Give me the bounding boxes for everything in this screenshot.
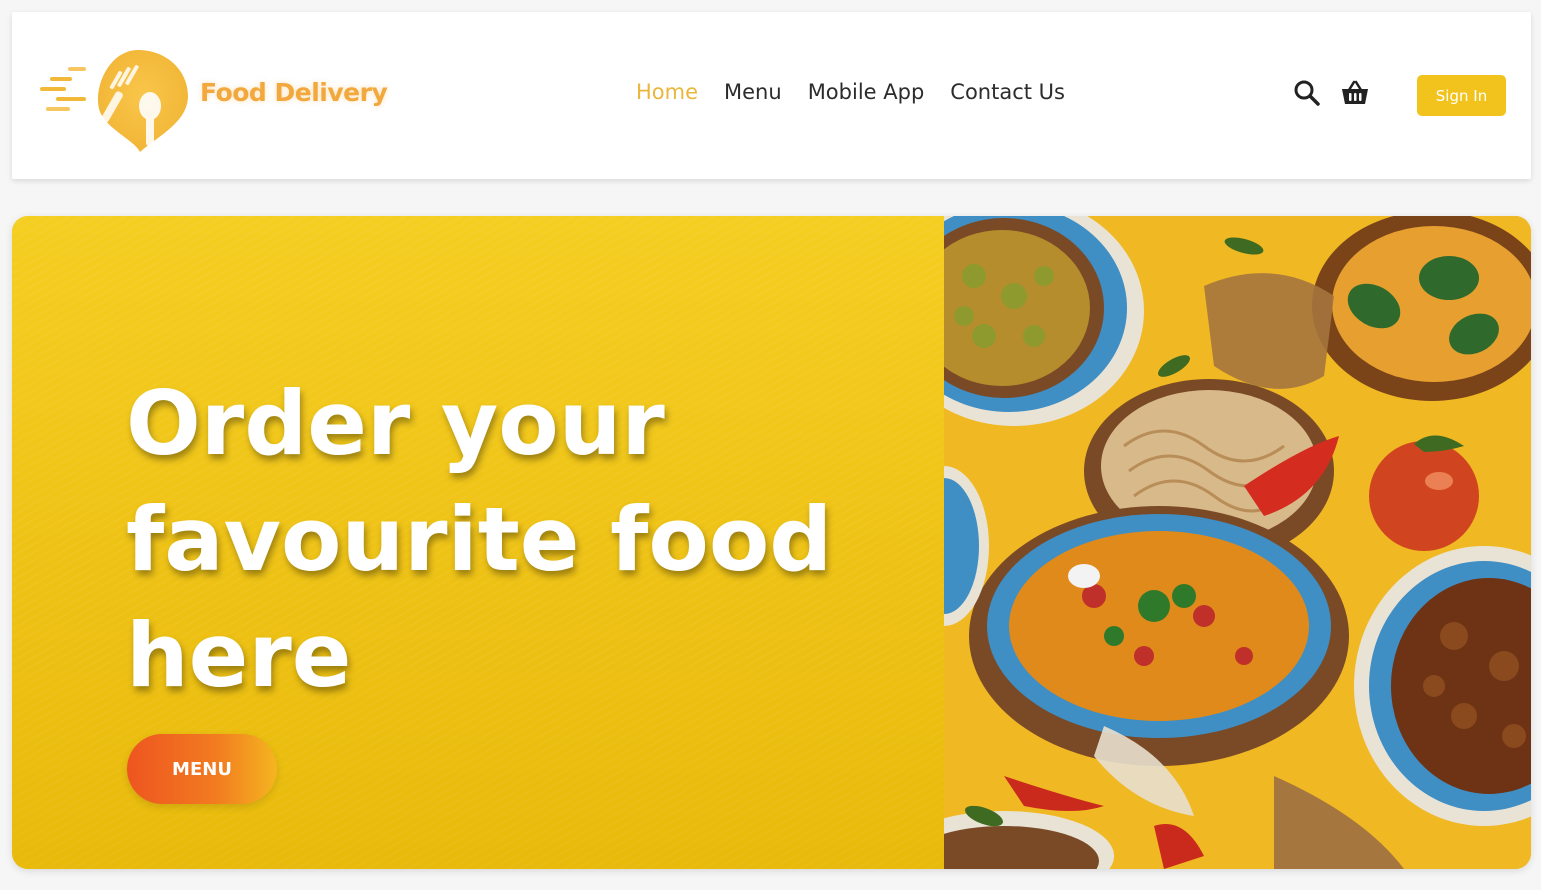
brand-logo[interactable]: Food Delivery: [38, 44, 388, 154]
hero-food-illustration: [944, 216, 1531, 869]
food-bowls-image: [944, 216, 1531, 869]
hero-text-panel: Order your favourite food here MENU: [12, 216, 944, 869]
nav-menu[interactable]: Menu: [724, 80, 782, 104]
navbar: Food Delivery Home Menu Mobile App Conta…: [12, 12, 1531, 179]
basket-icon: [1342, 80, 1368, 104]
search-icon: [1294, 80, 1320, 106]
sign-in-button[interactable]: Sign In: [1417, 75, 1506, 116]
nav-contact-us[interactable]: Contact Us: [950, 80, 1065, 104]
nav-home[interactable]: Home: [636, 80, 698, 104]
hero-banner: Order your favourite food here MENU: [12, 216, 1531, 869]
basket-button[interactable]: [1340, 78, 1370, 108]
fork-spoon-location-pin-icon: [40, 50, 188, 152]
nav-mobile-app[interactable]: Mobile App: [808, 80, 925, 104]
main-nav: Home Menu Mobile App Contact Us: [636, 80, 1065, 104]
brand-name: Food Delivery: [200, 78, 388, 107]
search-button[interactable]: [1292, 78, 1322, 108]
menu-button[interactable]: MENU: [127, 734, 277, 804]
hero-title: Order your favourite food here: [126, 372, 833, 707]
